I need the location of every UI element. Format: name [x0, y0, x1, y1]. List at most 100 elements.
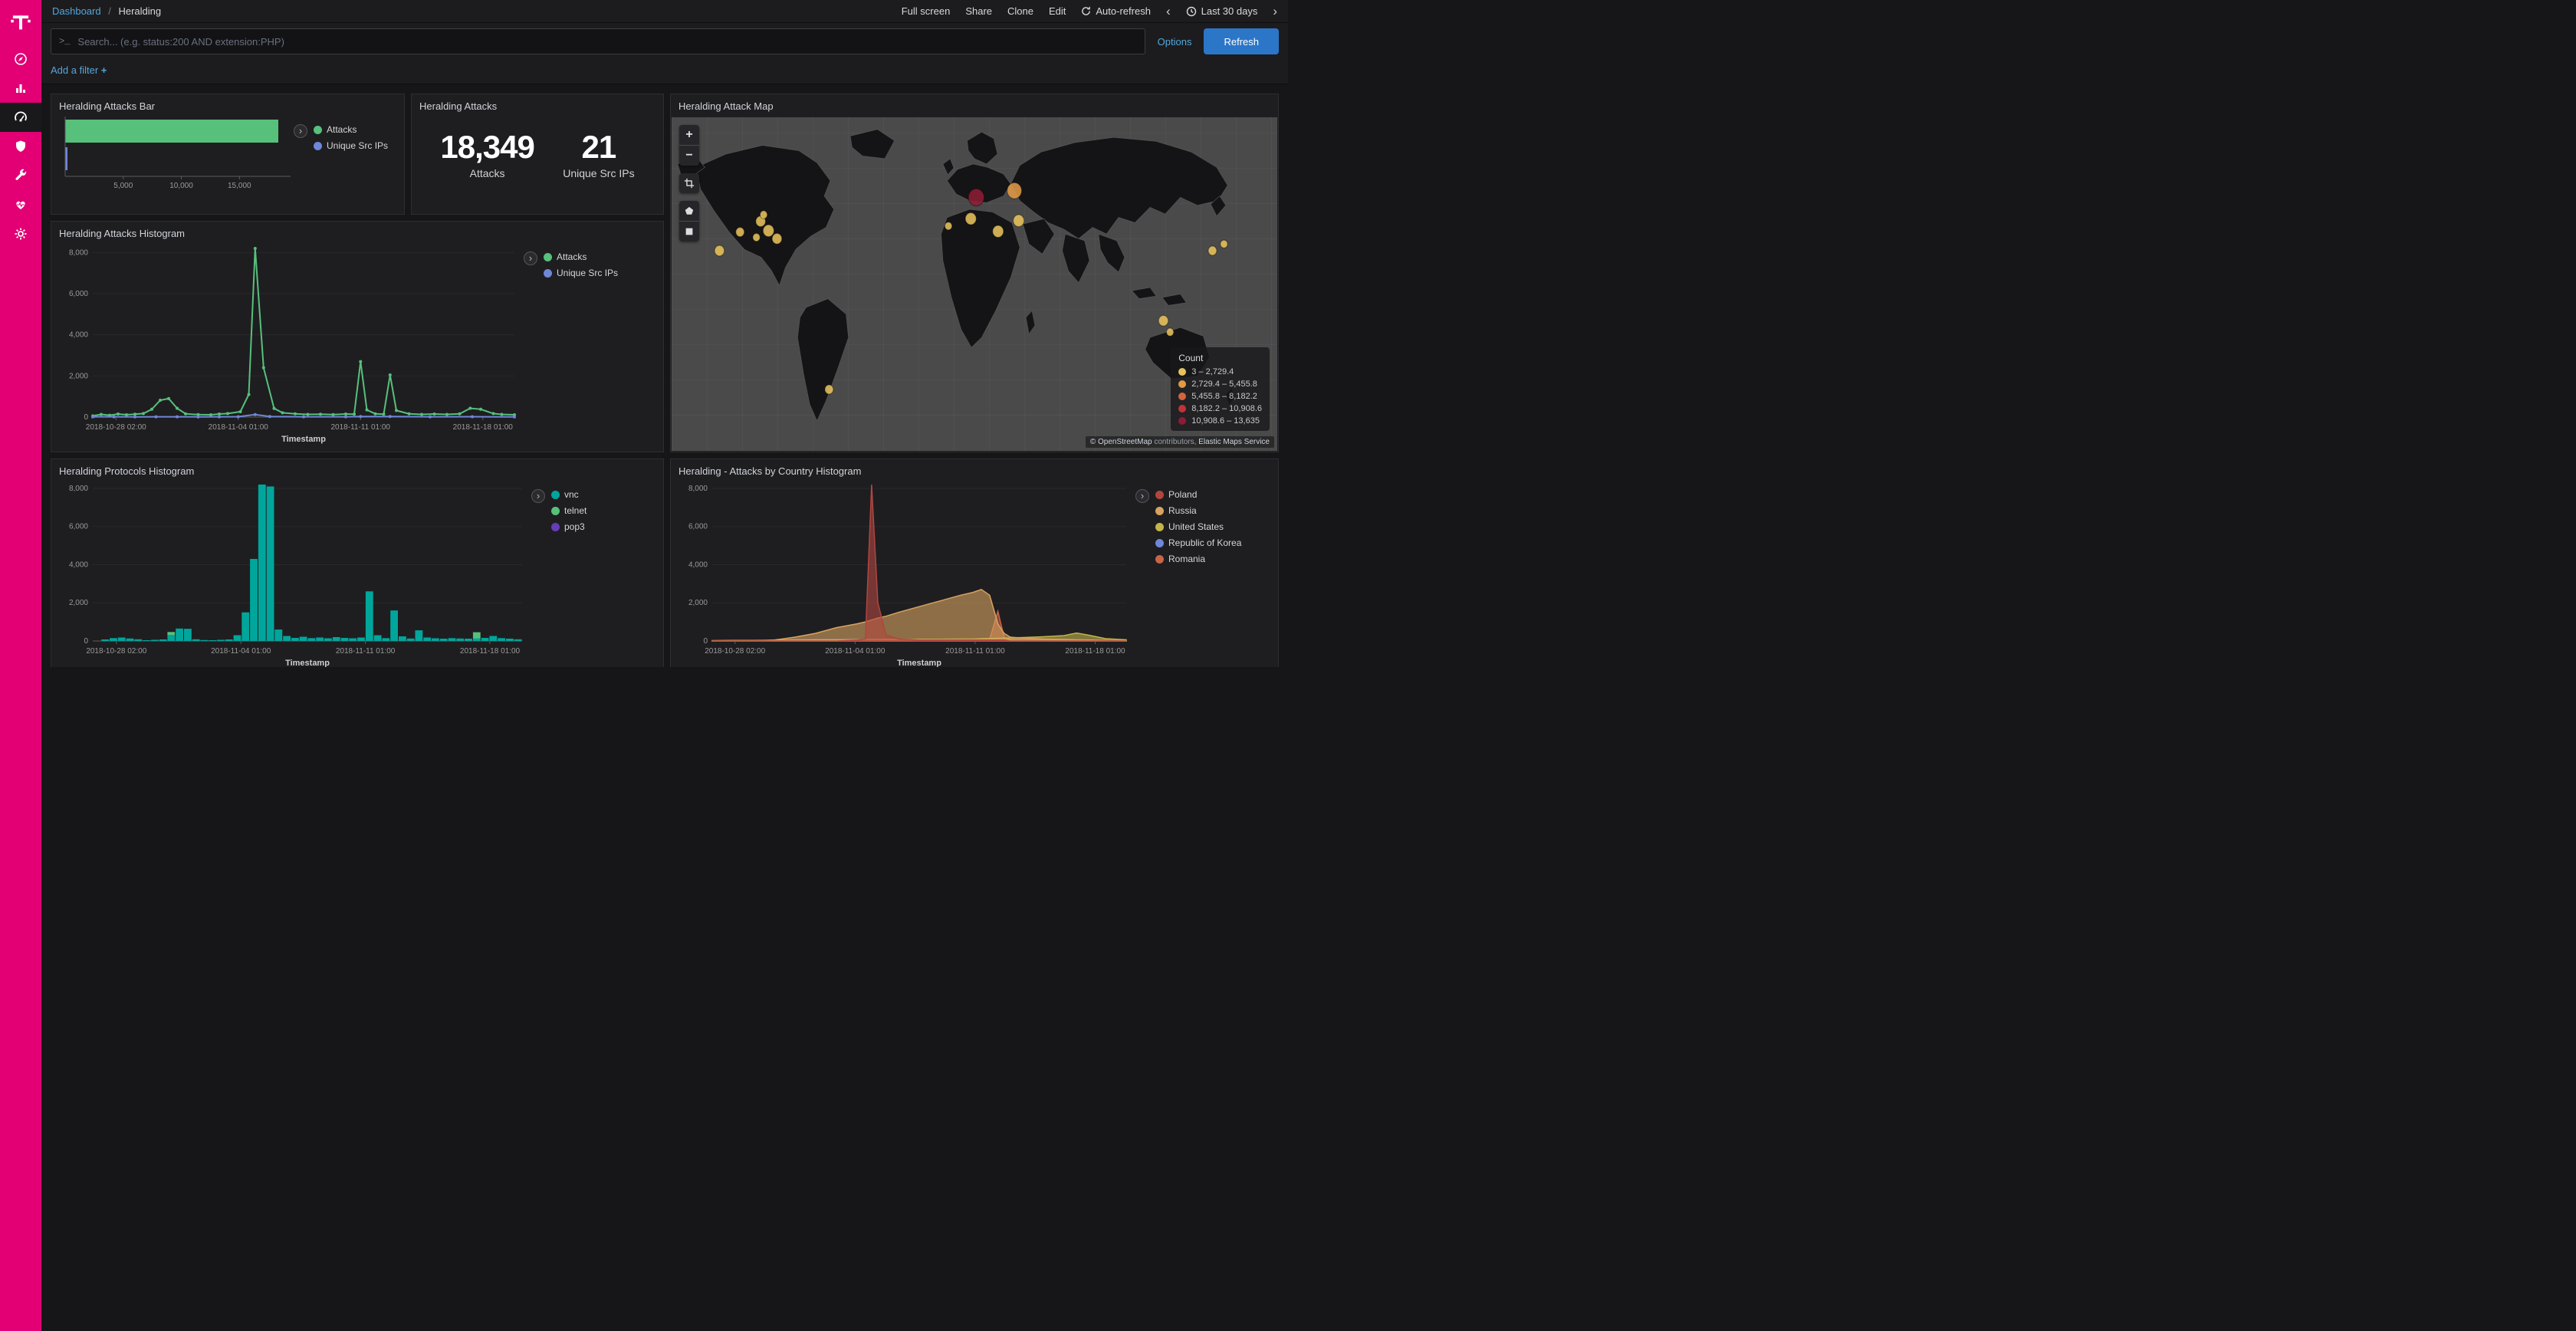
crop-tool-button[interactable] [679, 173, 699, 193]
svg-text:2,000: 2,000 [69, 599, 88, 607]
rectangle-icon [684, 226, 695, 237]
sidebar-item-dashboard[interactable] [0, 103, 41, 132]
svg-text:0: 0 [703, 637, 708, 646]
svg-text:4,000: 4,000 [69, 560, 88, 569]
time-picker-button[interactable]: Last 30 days [1186, 5, 1258, 17]
panel-attacks-bar: Heralding Attacks Bar 5,00010,00015,000 … [51, 94, 405, 215]
compass-icon [14, 52, 28, 66]
zoom-in-button[interactable]: + [679, 125, 699, 145]
breadcrumb-separator: / [108, 5, 111, 17]
chart-legend: › Attacks Unique Src IPs [524, 241, 618, 284]
legend-item[interactable]: Unique Src IPs [314, 140, 388, 151]
chart-legend: › vnc telnet pop3 [531, 478, 586, 537]
clock-icon [1186, 6, 1197, 17]
edit-button[interactable]: Edit [1049, 5, 1066, 17]
svg-text:2018-11-18 01:00: 2018-11-18 01:00 [1065, 647, 1125, 656]
legend-item[interactable]: vnc [551, 489, 586, 500]
breadcrumb: Dashboard / Heralding [52, 5, 161, 17]
sidebar-item-discover[interactable] [0, 44, 41, 74]
svg-text:2,000: 2,000 [688, 599, 708, 607]
panel-title: Heralding Attacks Bar [51, 94, 404, 113]
panel-attack-map: Heralding Attack Map [670, 94, 1279, 452]
rectangle-tool-button[interactable] [679, 222, 699, 242]
sidebar-item-devtools[interactable] [0, 161, 41, 190]
time-back-button[interactable]: ‹ [1166, 5, 1171, 18]
svg-text:2018-11-18 01:00: 2018-11-18 01:00 [460, 647, 521, 656]
svg-text:6,000: 6,000 [688, 523, 708, 531]
share-button[interactable]: Share [965, 5, 992, 17]
plus-icon: + [101, 64, 107, 76]
legend-toggle-icon[interactable]: › [531, 489, 545, 503]
legend-toggle-icon[interactable]: › [1135, 489, 1149, 503]
fullscreen-button[interactable]: Full screen [902, 5, 951, 17]
svg-text:8,000: 8,000 [69, 248, 88, 257]
top-navbar: Dashboard / Heralding Full screen Share … [41, 0, 1288, 23]
bar-chart-icon [14, 81, 28, 95]
query-bar: >_ Options Refresh [41, 23, 1288, 60]
telekom-logo [0, 0, 41, 44]
panel-attacks-histogram: Heralding Attacks Histogram 02,0004,0006… [51, 221, 664, 452]
legend-item[interactable]: United States [1155, 521, 1241, 532]
app-sidebar [0, 0, 41, 1331]
legend-toggle-icon[interactable]: › [294, 124, 307, 138]
elastic-maps-service-link[interactable]: Elastic Maps Service [1198, 438, 1270, 446]
legend-item[interactable]: Republic of Korea [1155, 537, 1241, 548]
navbar-actions: Full screen Share Clone Edit Auto-refres… [902, 5, 1277, 18]
zoom-out-button[interactable]: − [679, 146, 699, 166]
panel-title: Heralding Protocols Histogram [51, 459, 663, 478]
openstreetmap-link[interactable]: © OpenStreetMap [1090, 438, 1152, 446]
svg-text:6,000: 6,000 [69, 290, 88, 298]
svg-text:5,000: 5,000 [113, 182, 133, 190]
sidebar-item-management[interactable] [0, 219, 41, 248]
filter-bar: Add a filter + [41, 60, 1288, 84]
attacks-histogram-chart[interactable]: 02,0004,0006,0008,0002018-10-28 02:00201… [56, 241, 524, 449]
dashboard-grid: Heralding Attacks Bar 5,00010,00015,000 … [41, 84, 1288, 667]
attack-map[interactable]: + − [672, 117, 1277, 451]
gauge-icon [14, 110, 28, 124]
map-legend-item: 3 – 2,729.4 [1178, 367, 1262, 376]
search-input[interactable] [76, 35, 1136, 48]
svg-text:Timestamp: Timestamp [897, 659, 941, 667]
svg-text:2018-10-28 02:00: 2018-10-28 02:00 [705, 647, 765, 656]
legend-item[interactable]: Attacks [544, 251, 618, 262]
clone-button[interactable]: Clone [1007, 5, 1033, 17]
legend-item[interactable]: Attacks [314, 124, 388, 135]
breadcrumb-dashboard[interactable]: Dashboard [52, 5, 101, 17]
sidebar-item-monitoring[interactable] [0, 190, 41, 219]
svg-text:2018-11-11 01:00: 2018-11-11 01:00 [336, 647, 396, 656]
svg-text:0: 0 [84, 637, 88, 646]
svg-text:2018-11-04 01:00: 2018-11-04 01:00 [825, 647, 886, 656]
legend-item[interactable]: telnet [551, 505, 586, 516]
legend-toggle-icon[interactable]: › [524, 251, 537, 265]
polygon-tool-button[interactable] [679, 201, 699, 221]
legend-item[interactable]: Russia [1155, 505, 1241, 516]
time-forward-button[interactable]: › [1273, 5, 1277, 18]
country-histogram-chart[interactable]: 02,0004,0006,0008,0002018-10-28 02:00201… [675, 478, 1135, 667]
attacks-bar-chart[interactable]: 5,00010,00015,000 [56, 113, 294, 192]
panel-attacks-metric: Heralding Attacks 18,349 Attacks 21 Uniq… [411, 94, 664, 215]
sidebar-item-visualize[interactable] [0, 74, 41, 103]
protocols-histogram-chart[interactable]: 02,0004,0006,0008,0002018-10-28 02:00201… [56, 478, 531, 667]
legend-item[interactable]: pop3 [551, 521, 586, 532]
legend-item[interactable]: Romania [1155, 554, 1241, 564]
panel-title: Heralding - Attacks by Country Histogram [671, 459, 1278, 478]
svg-text:4,000: 4,000 [69, 331, 88, 340]
add-filter-link[interactable]: Add a filter + [51, 64, 107, 76]
svg-text:2,000: 2,000 [69, 372, 88, 380]
svg-text:2018-11-11 01:00: 2018-11-11 01:00 [945, 647, 1005, 656]
panel-title: Heralding Attacks Histogram [51, 222, 663, 241]
legend-item[interactable]: Poland [1155, 489, 1241, 500]
map-controls: + − [679, 125, 699, 242]
map-legend-title: Count [1178, 353, 1262, 363]
options-link[interactable]: Options [1158, 36, 1192, 48]
svg-text:2018-11-18 01:00: 2018-11-18 01:00 [453, 423, 514, 432]
sidebar-item-honeypot[interactable] [0, 132, 41, 161]
map-legend-item: 10,908.6 – 13,635 [1178, 416, 1262, 426]
panel-country-histogram: Heralding - Attacks by Country Histogram… [670, 458, 1279, 667]
crop-icon [684, 178, 695, 189]
query-prompt-icon: >_ [59, 36, 70, 47]
refresh-button[interactable]: Refresh [1204, 28, 1279, 54]
panel-title: Heralding Attack Map [671, 94, 1278, 113]
legend-item[interactable]: Unique Src IPs [544, 268, 618, 278]
auto-refresh-button[interactable]: Auto-refresh [1081, 5, 1151, 17]
